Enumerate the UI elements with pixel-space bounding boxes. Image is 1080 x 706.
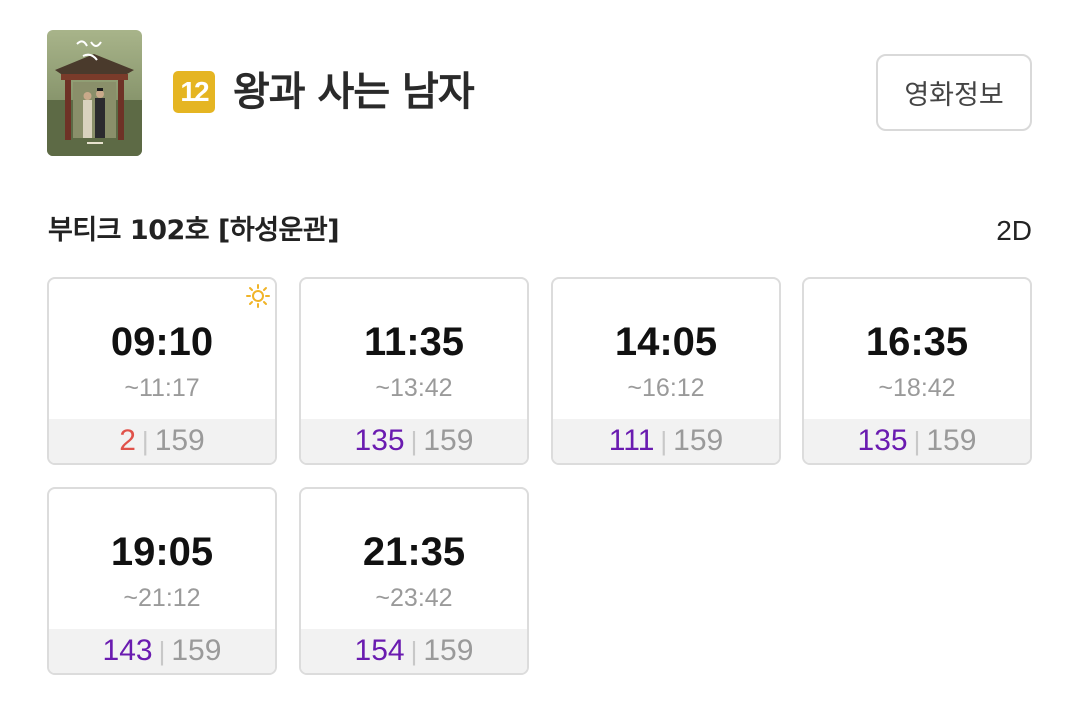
seats-total: 159: [154, 424, 205, 457]
seat-count: 111 | 159: [553, 419, 779, 463]
format-label: 2D: [996, 215, 1032, 246]
seats-available: 135: [354, 424, 405, 457]
showtime-card[interactable]: 21:35 ~23:42 154 | 159: [299, 487, 529, 675]
seat-count: 135 | 159: [301, 419, 527, 463]
seat-divider: |: [660, 426, 668, 456]
seat-divider: |: [913, 426, 921, 456]
movie-title: 왕과 사는 남자: [233, 69, 475, 115]
showtime-end: ~16:12: [627, 374, 705, 402]
seat-divider: |: [410, 636, 418, 666]
showtime-start: 11:35: [363, 320, 465, 364]
age-rating-badge: 12: [173, 71, 215, 113]
seats-available: 111: [608, 424, 655, 457]
seats-total: 159: [423, 634, 474, 667]
showtime-card[interactable]: 14:05 ~16:12 111 | 159: [551, 277, 781, 465]
age-rating-text: 12: [180, 76, 209, 107]
showtime-end: ~23:42: [375, 584, 453, 612]
seats-available: 2: [119, 424, 136, 457]
seat-divider: |: [158, 636, 166, 666]
showtime-start: 14:05: [614, 320, 718, 364]
seats-available: 135: [857, 424, 908, 457]
movie-poster[interactable]: [47, 30, 142, 156]
showtime-end: ~11:17: [124, 374, 200, 402]
showtime-start: 09:10: [110, 320, 214, 364]
seats-total: 159: [423, 424, 474, 457]
movie-info-button[interactable]: 영화정보: [876, 54, 1032, 131]
showtime-end: ~18:42: [878, 374, 956, 402]
hall-name: 부티크 102호 [하성운관]: [48, 215, 340, 246]
seat-count: 154 | 159: [301, 629, 527, 673]
showtime-end: ~21:12: [123, 584, 201, 612]
showtime-card[interactable]: 19:05 ~21:12 143 | 159: [47, 487, 277, 675]
seat-count: 143 | 159: [49, 629, 275, 673]
showtime-end: ~13:42: [375, 374, 453, 402]
seat-count: 2 | 159: [49, 419, 275, 463]
seats-total: 159: [926, 424, 977, 457]
showtime-card[interactable]: 16:35 ~18:42 135 | 159: [802, 277, 1032, 465]
showtime-start: 19:05: [110, 530, 214, 574]
showtime-start: 16:35: [865, 320, 969, 364]
seats-available: 154: [354, 634, 405, 667]
showtime-start: 21:35: [362, 530, 466, 574]
showtime-card[interactable]: 11:35 ~13:42 135 | 159: [299, 277, 529, 465]
seat-divider: |: [141, 426, 149, 456]
showtime-page: 12 왕과 사는 남자 영화정보 부티크 102호 [하성운관] 2D 09:1…: [0, 0, 1080, 706]
seats-total: 159: [673, 424, 724, 457]
seats-available: 143: [102, 634, 153, 667]
sun-icon: [246, 284, 270, 308]
seat-divider: |: [410, 426, 418, 456]
showtime-card[interactable]: 09:10 ~11:17 2 | 159: [47, 277, 277, 465]
seats-total: 159: [171, 634, 222, 667]
poster-image: [47, 30, 142, 156]
seat-count: 135 | 159: [804, 419, 1030, 463]
